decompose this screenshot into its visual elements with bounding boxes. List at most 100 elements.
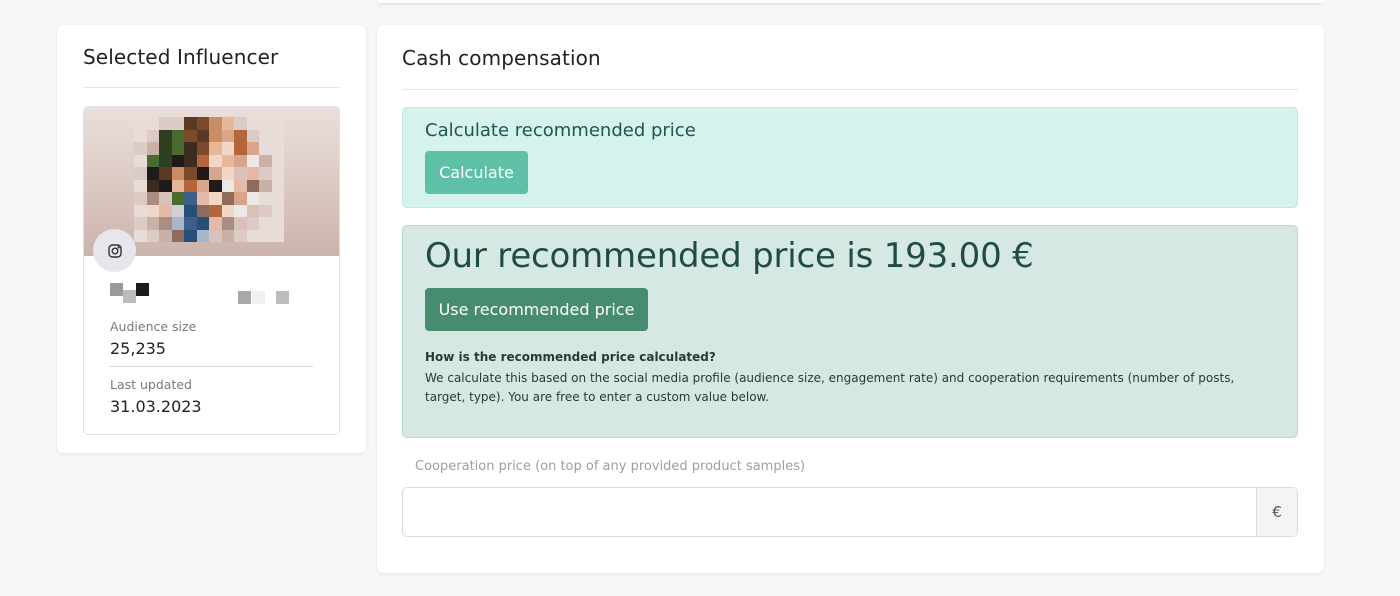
profile-pixel [171, 179, 184, 192]
profile-pixel [234, 167, 247, 180]
profile-pixel [146, 129, 159, 142]
profile-pixel [184, 142, 197, 155]
profile-pixel [209, 217, 222, 230]
profile-pixel [134, 142, 147, 155]
profile-pixel [221, 229, 234, 242]
profile-pixel [259, 217, 272, 230]
profile-pixel [134, 229, 147, 242]
profile-pixel [259, 117, 272, 130]
profile-pixel [209, 179, 222, 192]
profile-pixel [171, 154, 184, 167]
profile-pixel [271, 167, 284, 180]
profile-pixel [159, 142, 172, 155]
profile-pixel [196, 117, 209, 130]
profile-pixel [134, 117, 147, 130]
recommended-price-headline: Our recommended price is 193.00 € [425, 236, 1034, 276]
profile-pixel [171, 117, 184, 130]
profile-pixel [209, 129, 222, 142]
calculate-price-panel: Calculate recommended price Calculate [402, 107, 1298, 208]
profile-pixel [184, 204, 197, 217]
profile-pixel [196, 192, 209, 205]
profile-pixel [196, 204, 209, 217]
influencer-card-divider [83, 87, 340, 88]
profile-pixel [159, 167, 172, 180]
profile-pixel [221, 204, 234, 217]
profile-pixel [271, 217, 284, 230]
profile-pixel [184, 192, 197, 205]
profile-pixel [246, 229, 259, 242]
cooperation-price-input[interactable] [403, 488, 1256, 536]
profile-pixel [146, 167, 159, 180]
profile-pixel [159, 179, 172, 192]
profile-pixel [234, 154, 247, 167]
profile-pixel [196, 179, 209, 192]
audience-size-label: Audience size [110, 319, 197, 334]
profile-pixel [196, 154, 209, 167]
profile-pixel [146, 229, 159, 242]
profile-pixel [259, 204, 272, 217]
cash-compensation-card: Cash compensation Calculate recommended … [377, 25, 1324, 573]
profile-pixel [271, 204, 284, 217]
cash-compensation-divider [402, 89, 1298, 90]
profile-pixel [134, 204, 147, 217]
profile-pixel [209, 154, 222, 167]
previous-card-edge [377, 0, 1324, 3]
profile-pixel [221, 142, 234, 155]
use-recommended-price-button[interactable]: Use recommended price [425, 288, 648, 331]
profile-pixel [146, 142, 159, 155]
profile-pixel [209, 167, 222, 180]
cash-compensation-title: Cash compensation [402, 46, 601, 70]
calculate-price-title: Calculate recommended price [425, 120, 696, 141]
profile-pixel [221, 154, 234, 167]
profile-pixel [271, 129, 284, 142]
profile-pixel [171, 142, 184, 155]
profile-pixel [134, 129, 147, 142]
profile-pixel [271, 192, 284, 205]
profile-pixel [271, 179, 284, 192]
profile-pixel [171, 192, 184, 205]
profile-pixel [134, 217, 147, 230]
profile-pixel [146, 154, 159, 167]
influencer-card-title: Selected Influencer [83, 45, 279, 69]
profile-pixel [159, 192, 172, 205]
profile-pixel [259, 229, 272, 242]
how-calculated-title: How is the recommended price calculated? [425, 350, 716, 364]
cooperation-price-group: € [402, 487, 1298, 537]
profile-pixel [271, 229, 284, 242]
profile-pixel [234, 192, 247, 205]
profile-pixel [159, 117, 172, 130]
profile-pixel [196, 229, 209, 242]
profile-pixel [234, 217, 247, 230]
profile-pixel [134, 154, 147, 167]
profile-pixel [196, 129, 209, 142]
profile-pixel [246, 129, 259, 142]
profile-pixel [146, 117, 159, 130]
calculate-button[interactable]: Calculate [425, 151, 528, 194]
profile-pixel [171, 229, 184, 242]
profile-pixel [184, 217, 197, 230]
profile-pixel [146, 179, 159, 192]
profile-pixel [271, 142, 284, 155]
profile-pixel [221, 167, 234, 180]
profile-pixel [259, 192, 272, 205]
profile-pixel [209, 204, 222, 217]
last-updated-label: Last updated [110, 377, 192, 392]
profile-pixel [184, 154, 197, 167]
profile-pixel [209, 192, 222, 205]
influencer-profile[interactable]: Audience size 25,235 Last updated 31.03.… [83, 106, 340, 435]
profile-pixel [221, 217, 234, 230]
profile-pixel [259, 179, 272, 192]
profile-pixel [184, 167, 197, 180]
profile-pixel [234, 179, 247, 192]
last-updated-value: 31.03.2023 [110, 397, 202, 416]
profile-pixel [259, 129, 272, 142]
profile-pixel [221, 192, 234, 205]
profile-pixel [234, 142, 247, 155]
profile-pixel [159, 204, 172, 217]
profile-pixel [209, 142, 222, 155]
profile-pixel [134, 179, 147, 192]
profile-pixel [271, 117, 284, 130]
profile-pixel [159, 217, 172, 230]
profile-pixel [171, 129, 184, 142]
instagram-icon [93, 229, 136, 272]
